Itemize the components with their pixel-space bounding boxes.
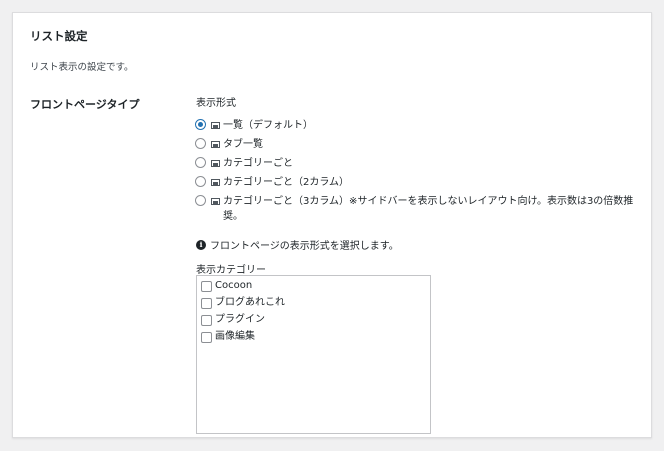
display-format-option-list[interactable]: 一覧（デフォルト） <box>195 118 653 133</box>
info-note: i フロントページの表示形式を選択します。 <box>196 237 399 252</box>
category-name: ブログあれこれ <box>215 297 285 308</box>
radio-button[interactable] <box>195 157 206 168</box>
section-description: リスト表示の設定です。 <box>30 62 134 73</box>
display-format-label: 表示形式 <box>196 98 236 109</box>
category-name: Cocoon <box>215 280 253 291</box>
image-icon <box>211 122 220 129</box>
radio-button[interactable] <box>195 195 206 206</box>
category-name: プラグイン <box>215 314 265 325</box>
image-icon <box>211 179 220 186</box>
display-format-option-tab[interactable]: タブ一覧 <box>195 137 653 152</box>
category-checklist[interactable]: Cocoon ブログあれこれ プラグイン 画像編集 <box>196 275 431 434</box>
checkbox[interactable] <box>201 280 212 292</box>
category-item[interactable]: Cocoon <box>201 279 426 293</box>
option-label: カテゴリーごと（3カラム）※サイドバーを表示しないレイアウト向け。表示数は3の倍… <box>223 196 634 222</box>
option-label: カテゴリーごと <box>223 158 293 169</box>
checkbox[interactable] <box>201 314 212 326</box>
option-label: 一覧（デフォルト） <box>223 120 313 131</box>
display-format-option-category-2col[interactable]: カテゴリーごと（2カラム） <box>195 175 653 190</box>
category-name: 画像編集 <box>215 331 255 342</box>
radio-button-selected[interactable] <box>195 119 206 130</box>
section-title: リスト設定 <box>30 29 88 43</box>
checkbox[interactable] <box>201 331 212 343</box>
display-format-option-category-3col[interactable]: カテゴリーごと（3カラム）※サイドバーを表示しないレイアウト向け。表示数は3の倍… <box>195 194 653 224</box>
display-format-options: 一覧（デフォルト） タブ一覧 カテゴリーごと カテゴリーごと（2カラム） カテゴ… <box>195 118 653 228</box>
checkbox[interactable] <box>201 297 212 309</box>
display-format-option-category[interactable]: カテゴリーごと <box>195 156 653 171</box>
option-label: タブ一覧 <box>223 139 263 150</box>
front-page-type-label: フロントページタイプ <box>30 98 140 111</box>
radio-button[interactable] <box>195 138 206 149</box>
settings-panel: リスト設定 リスト表示の設定です。 フロントページタイプ 表示形式 一覧（デフォ… <box>12 12 652 438</box>
option-label: カテゴリーごと（2カラム） <box>223 177 350 188</box>
category-item[interactable]: プラグイン <box>201 313 426 327</box>
category-item[interactable]: ブログあれこれ <box>201 296 426 310</box>
image-icon <box>211 160 220 167</box>
category-label: 表示カテゴリー <box>196 265 266 276</box>
image-icon <box>211 198 220 205</box>
radio-button[interactable] <box>195 176 206 187</box>
image-icon <box>211 141 220 148</box>
category-item[interactable]: 画像編集 <box>201 330 426 344</box>
info-icon: i <box>196 239 206 250</box>
info-text: フロントページの表示形式を選択します。 <box>210 241 399 252</box>
